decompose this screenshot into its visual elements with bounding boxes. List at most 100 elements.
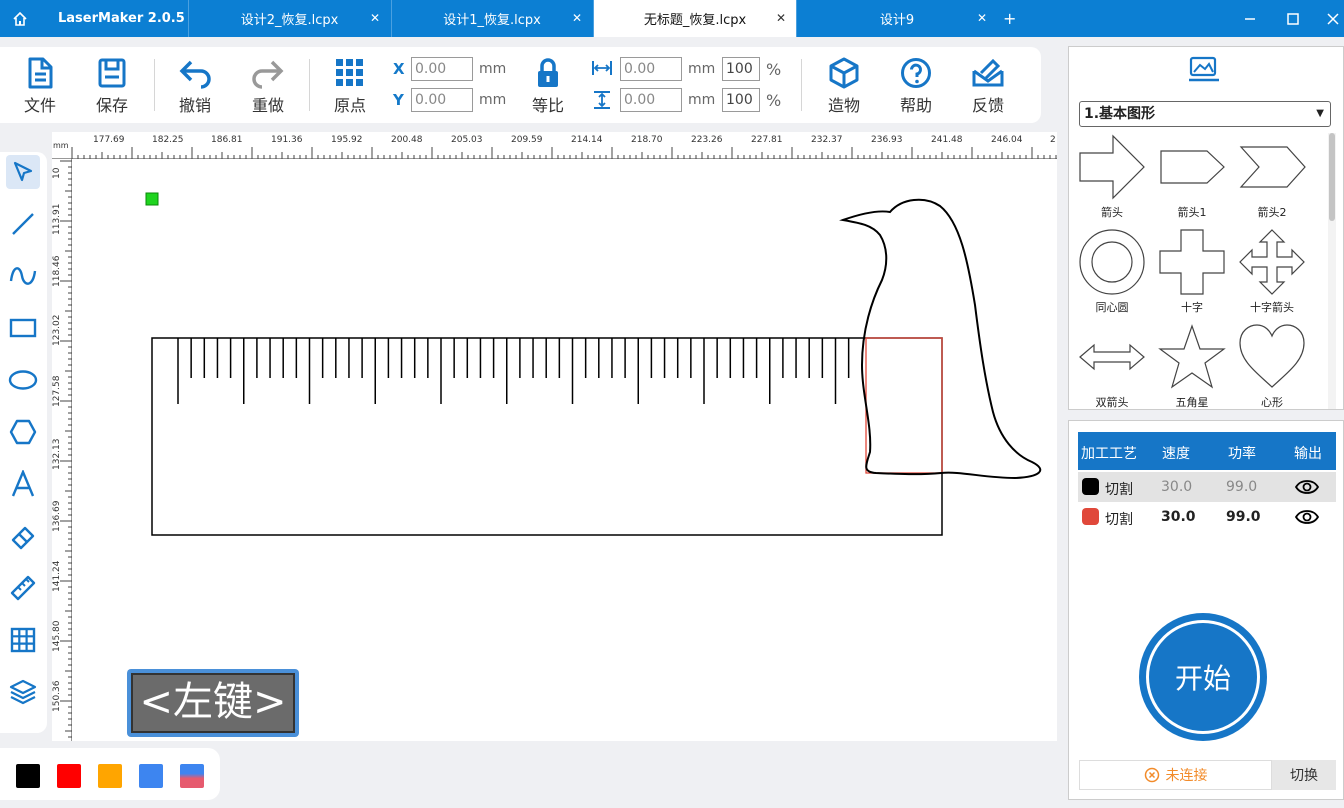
layer-power[interactable]: 99.0 — [1226, 509, 1261, 525]
shape-star[interactable]: 五角星 — [1152, 323, 1232, 410]
ruler-label: 113.91 — [52, 203, 62, 236]
curve-tool[interactable] — [6, 259, 40, 293]
text-icon — [11, 470, 35, 497]
layer-power[interactable]: 99.0 — [1226, 479, 1257, 495]
feedback-button[interactable]: 反馈 — [958, 47, 1018, 123]
horizontal-ruler: mm 177.69 182.25 186.81 191.36 195.92 20… — [52, 132, 1057, 159]
text-tool[interactable] — [6, 467, 40, 501]
shape-double-arrow[interactable]: 双箭头 — [1072, 323, 1152, 410]
ruler-label: 191.36 — [271, 135, 303, 145]
help-button[interactable]: 帮助 — [886, 47, 946, 123]
home-icon[interactable] — [0, 0, 40, 37]
shape-arrow[interactable]: 箭头 — [1072, 133, 1152, 220]
height-input[interactable]: 0.00 — [620, 88, 682, 112]
color-swatch-blue[interactable] — [139, 764, 163, 788]
ruler-label: 145.80 — [52, 620, 62, 653]
redo-label: 重做 — [251, 96, 284, 115]
mouse-hint-text: <左键> — [131, 673, 295, 733]
minimize-icon[interactable] — [1240, 9, 1260, 29]
ruler-label: 241.48 — [931, 135, 963, 145]
width-percent-unit: % — [766, 60, 782, 79]
arrow1-shape-icon — [1160, 150, 1225, 184]
grid-icon — [10, 627, 36, 653]
close-window-icon[interactable] — [1323, 9, 1343, 29]
color-swatch-more[interactable] — [180, 764, 204, 788]
width-input[interactable]: 0.00 — [620, 57, 682, 81]
image-tab-icon[interactable] — [1187, 55, 1221, 87]
tab-design9[interactable]: 设计9 ✕ — [796, 0, 997, 37]
close-icon[interactable]: ✕ — [572, 11, 582, 25]
proportional-lock-button[interactable]: 等比 — [518, 47, 578, 123]
layer-process[interactable]: 切割 — [1105, 509, 1133, 529]
ruler-label: 200.48 — [391, 135, 423, 145]
line-tool[interactable] — [6, 207, 40, 241]
switch-button[interactable]: 切换 — [1272, 760, 1336, 790]
shape-cross-arrow[interactable]: 十字箭头 — [1232, 228, 1312, 315]
origin-button[interactable]: 原点 — [320, 47, 380, 123]
y-input[interactable]: 0.00 — [411, 88, 473, 112]
maximize-icon[interactable] — [1283, 9, 1303, 29]
x-input[interactable]: 0.00 — [411, 57, 473, 81]
redo-button[interactable]: 重做 — [238, 47, 298, 123]
ellipse-tool[interactable] — [6, 363, 40, 397]
header-output: 输出 — [1294, 446, 1322, 462]
shape-arrow2[interactable]: 箭头2 — [1232, 133, 1312, 220]
close-icon[interactable]: ✕ — [977, 11, 987, 25]
layer-speed[interactable]: 30.0 — [1161, 509, 1196, 525]
close-icon[interactable]: ✕ — [776, 11, 786, 25]
polygon-tool[interactable] — [6, 415, 40, 449]
start-button[interactable]: 开始 — [1139, 613, 1267, 741]
layer-speed[interactable]: 30.0 — [1161, 479, 1192, 495]
layers-tool[interactable] — [6, 675, 40, 709]
shape-heart[interactable]: 心形 — [1232, 323, 1312, 410]
feedback-label: 反馈 — [971, 96, 1004, 115]
tab-design1[interactable]: 设计1_恢复.lcpx ✕ — [391, 0, 592, 37]
shape-label: 十字 — [1181, 301, 1203, 314]
design-canvas[interactable] — [52, 132, 1057, 741]
cursor-icon — [13, 161, 33, 182]
width-icon — [591, 59, 613, 81]
category-value: 1.基本图形 — [1084, 106, 1156, 122]
file-button[interactable]: 文件 — [10, 47, 70, 123]
file-icon — [28, 57, 53, 89]
scrollbar-thumb[interactable] — [1329, 133, 1335, 221]
concentric-circle-icon — [1079, 229, 1145, 295]
shape-label: 箭头 — [1101, 206, 1123, 219]
height-percent-input[interactable]: 100 — [722, 88, 760, 112]
save-button[interactable]: 保存 — [82, 47, 142, 123]
width-percent-input[interactable]: 100 — [722, 57, 760, 81]
measure-tool[interactable] — [6, 571, 40, 605]
eye-icon[interactable] — [1294, 478, 1320, 496]
color-swatch-orange[interactable] — [98, 764, 122, 788]
tab-untitled[interactable]: 无标题_恢复.lcpx ✕ — [593, 0, 796, 37]
layer-color-red[interactable] — [1082, 508, 1099, 525]
shape-cross[interactable]: 十字 — [1152, 228, 1232, 315]
ruler-label: 136.69 — [52, 500, 62, 533]
close-icon[interactable]: ✕ — [370, 11, 380, 25]
color-swatch-red[interactable] — [57, 764, 81, 788]
eye-icon[interactable] — [1294, 508, 1320, 526]
select-tool[interactable] — [6, 155, 40, 189]
shape-arrow1[interactable]: 箭头1 — [1152, 133, 1232, 220]
feedback-icon — [972, 58, 1004, 87]
layer-process[interactable]: 切割 — [1105, 479, 1133, 499]
shape-concentric-circle[interactable]: 同心圆 — [1072, 228, 1152, 315]
category-select[interactable]: 1.基本图形 ▼ — [1079, 101, 1331, 127]
rectangle-tool[interactable] — [6, 311, 40, 345]
eraser-tool[interactable] — [6, 519, 40, 553]
ruler-label: 177.69 — [93, 135, 125, 145]
layer-row[interactable]: 切割 30.0 99.0 — [1078, 502, 1336, 532]
layer-row[interactable]: 切割 30.0 99.0 — [1078, 472, 1336, 502]
add-tab-button[interactable]: + — [1003, 0, 1019, 37]
scrollbar[interactable] — [1328, 133, 1336, 409]
undo-button[interactable]: 撤销 — [165, 47, 225, 123]
x-label: X — [393, 60, 405, 78]
ruler-label: 205.03 — [451, 135, 483, 145]
layer-color-black[interactable] — [1082, 478, 1099, 495]
ruler-unit: mm — [53, 141, 69, 150]
color-swatch-black[interactable] — [16, 764, 40, 788]
double-arrow-icon — [1079, 343, 1145, 371]
build-button[interactable]: 造物 — [814, 47, 874, 123]
array-tool[interactable] — [6, 623, 40, 657]
tab-design2[interactable]: 设计2_恢复.lcpx ✕ — [188, 0, 390, 37]
